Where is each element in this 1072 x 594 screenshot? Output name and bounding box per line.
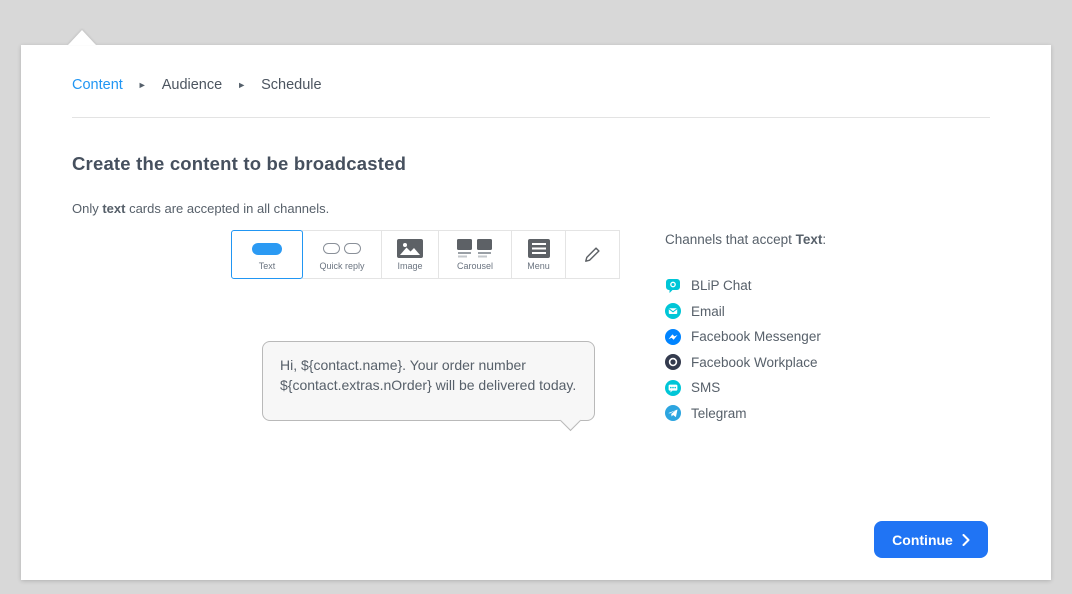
subtitle-bold: text	[102, 201, 125, 216]
channel-item-email: Email	[665, 299, 826, 325]
channel-list: BLiP Chat Email	[665, 273, 826, 426]
card-type-label: Image	[397, 262, 422, 271]
subtitle-prefix: Only	[72, 201, 102, 216]
channel-label: Email	[691, 304, 725, 319]
channel-item-facebook-messenger: Facebook Messenger	[665, 324, 826, 350]
breadcrumb-arrow-icon: ►	[138, 80, 147, 90]
pencil-icon	[584, 245, 601, 265]
channel-item-sms: SMS	[665, 375, 826, 401]
chevron-right-icon	[962, 534, 970, 546]
workplace-icon	[665, 354, 681, 370]
channel-label: Telegram	[691, 406, 747, 421]
continue-button-label: Continue	[892, 532, 953, 548]
telegram-icon	[665, 405, 681, 421]
card-type-image[interactable]: Image	[381, 230, 439, 279]
subtitle: Only text cards are accepted in all chan…	[72, 201, 329, 216]
header-divider	[72, 117, 990, 118]
blip-chat-icon	[665, 278, 681, 294]
card-type-label: Text	[259, 262, 276, 271]
channels-panel: Channels that accept Text: BLiP Chat	[665, 232, 826, 426]
channel-item-blip-chat: BLiP Chat	[665, 273, 826, 299]
channels-header-bold: Text	[796, 232, 823, 247]
carousel-card-icon	[457, 239, 493, 259]
sms-icon	[665, 380, 681, 396]
channel-item-facebook-workplace: Facebook Workplace	[665, 350, 826, 376]
messenger-icon	[665, 329, 681, 345]
channel-label: Facebook Messenger	[691, 329, 821, 344]
breadcrumb-step-audience[interactable]: Audience	[162, 77, 222, 93]
card-type-carousel[interactable]: Carousel	[438, 230, 512, 279]
channel-label: Facebook Workplace	[691, 355, 818, 370]
page-title: Create the content to be broadcasted	[72, 153, 406, 175]
card-type-label: Carousel	[457, 262, 493, 271]
channel-label: BLiP Chat	[691, 278, 752, 293]
card-type-quick-reply[interactable]: Quick reply	[302, 230, 382, 279]
edit-card-button[interactable]	[565, 230, 620, 279]
card-type-label: Quick reply	[319, 262, 364, 271]
continue-button[interactable]: Continue	[874, 521, 988, 558]
card-type-toolbar: Text Quick reply Image	[232, 230, 620, 279]
quick-reply-card-icon	[323, 239, 361, 259]
card-type-text[interactable]: Text	[231, 230, 303, 279]
broadcast-wizard-panel: Content ► Audience ► Schedule Create the…	[21, 45, 1051, 580]
breadcrumb: Content ► Audience ► Schedule	[72, 77, 322, 93]
menu-card-icon	[528, 239, 550, 259]
breadcrumb-step-content[interactable]: Content	[72, 77, 123, 93]
channels-header-suffix: :	[822, 232, 826, 247]
channel-label: SMS	[691, 380, 720, 395]
channels-header-prefix: Channels that accept	[665, 232, 796, 247]
card-type-menu[interactable]: Menu	[511, 230, 566, 279]
channel-item-telegram: Telegram	[665, 401, 826, 427]
image-card-icon	[397, 239, 423, 259]
email-icon	[665, 303, 681, 319]
card-type-label: Menu	[527, 262, 550, 271]
breadcrumb-arrow-icon: ►	[237, 80, 246, 90]
channels-header: Channels that accept Text:	[665, 232, 826, 247]
text-card-icon	[252, 239, 282, 259]
breadcrumb-step-schedule[interactable]: Schedule	[261, 77, 321, 93]
panel-caret	[68, 30, 96, 45]
message-preview-card[interactable]: Hi, ${contact.name}. Your order number $…	[262, 341, 595, 421]
subtitle-suffix: cards are accepted in all channels.	[125, 201, 329, 216]
message-preview-text: Hi, ${contact.name}. Your order number $…	[280, 357, 576, 393]
